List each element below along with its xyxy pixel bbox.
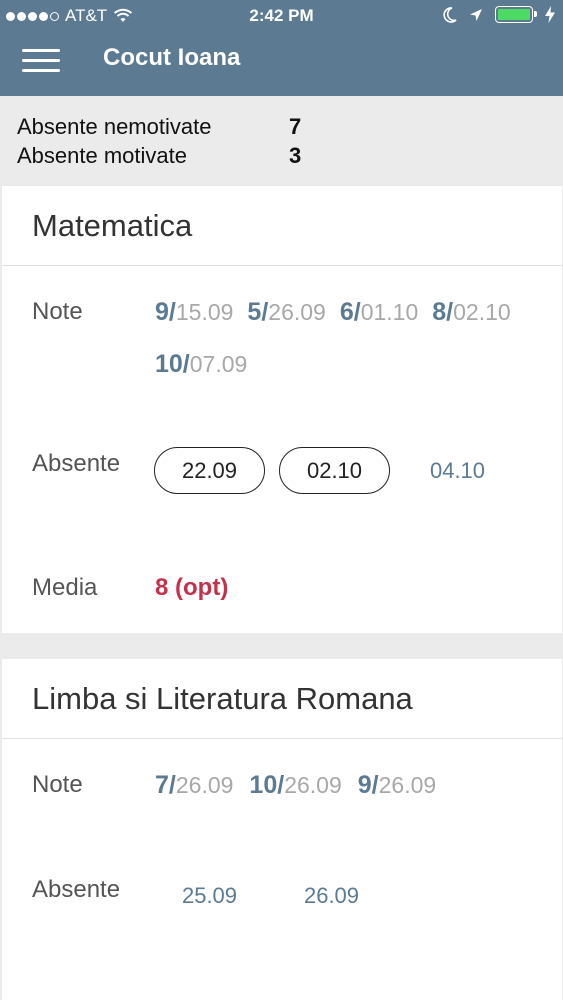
absence-unexcused[interactable]: 04.10 [402, 447, 513, 494]
status-right [443, 6, 555, 23]
grades-list: 9/15.09 5/26.09 6/01.10 8/02.10 10/07.09 [155, 288, 525, 392]
excused-row: Absente motivate 3 [17, 141, 317, 170]
status-bar: AT&T 2:42 PM [0, 0, 563, 32]
grade-item: 9/26.09 [357, 771, 437, 799]
subject-title: Limba si Literatura Romana [2, 659, 562, 739]
grades-label: Note [32, 771, 83, 798]
absence-summary: Absente nemotivate 7 Absente motivate 3 [17, 112, 317, 170]
charging-bolt-icon [545, 6, 555, 23]
absence-excused[interactable]: 02.10 [279, 447, 390, 494]
subject-card-romana[interactable]: Limba si Literatura Romana Note 7/26.09 1… [2, 659, 562, 1000]
grade-item: 8/02.10 [432, 298, 511, 326]
hamburger-menu-icon[interactable] [22, 46, 62, 76]
absence-unexcused[interactable]: 26.09 [276, 872, 387, 919]
grade-item: 6/01.10 [339, 298, 419, 326]
absence-unexcused[interactable]: 25.09 [154, 872, 265, 919]
absences-label: Absente [32, 876, 121, 903]
subject-card-matematica[interactable]: Matematica Note 9/15.09 5/26.09 6/01.10 8/0… [2, 186, 562, 633]
unexcused-row: Absente nemotivate 7 [17, 112, 317, 141]
grade-item: 9/15.09 [155, 298, 234, 326]
location-arrow-icon [470, 8, 482, 21]
absence-excused[interactable]: 22.09 [154, 447, 265, 494]
excused-value: 3 [289, 143, 302, 168]
grade-item: 10/26.09 [249, 771, 342, 799]
grades-label: Note [32, 298, 83, 325]
subject-title: Matematica [2, 186, 562, 266]
grades-list: 7/26.09 10/26.09 9/26.09 [155, 761, 525, 813]
top-bar: AT&T 2:42 PM Cocut Ioana [0, 0, 563, 96]
excused-label: Absente motivate [17, 143, 187, 168]
moon-icon [443, 6, 457, 23]
grade-item: 7/26.09 [155, 771, 234, 799]
unexcused-label: Absente nemotivate [17, 114, 212, 139]
page-title: Cocut Ioana [103, 44, 241, 71]
average-label: Media [32, 574, 98, 601]
unexcused-value: 7 [289, 114, 302, 139]
battery-icon [495, 6, 537, 23]
grade-item: 10/07.09 [155, 350, 248, 378]
average-value: 8 (opt) [155, 574, 229, 601]
grade-item: 5/26.09 [247, 298, 326, 326]
absences-label: Absente [32, 450, 121, 477]
